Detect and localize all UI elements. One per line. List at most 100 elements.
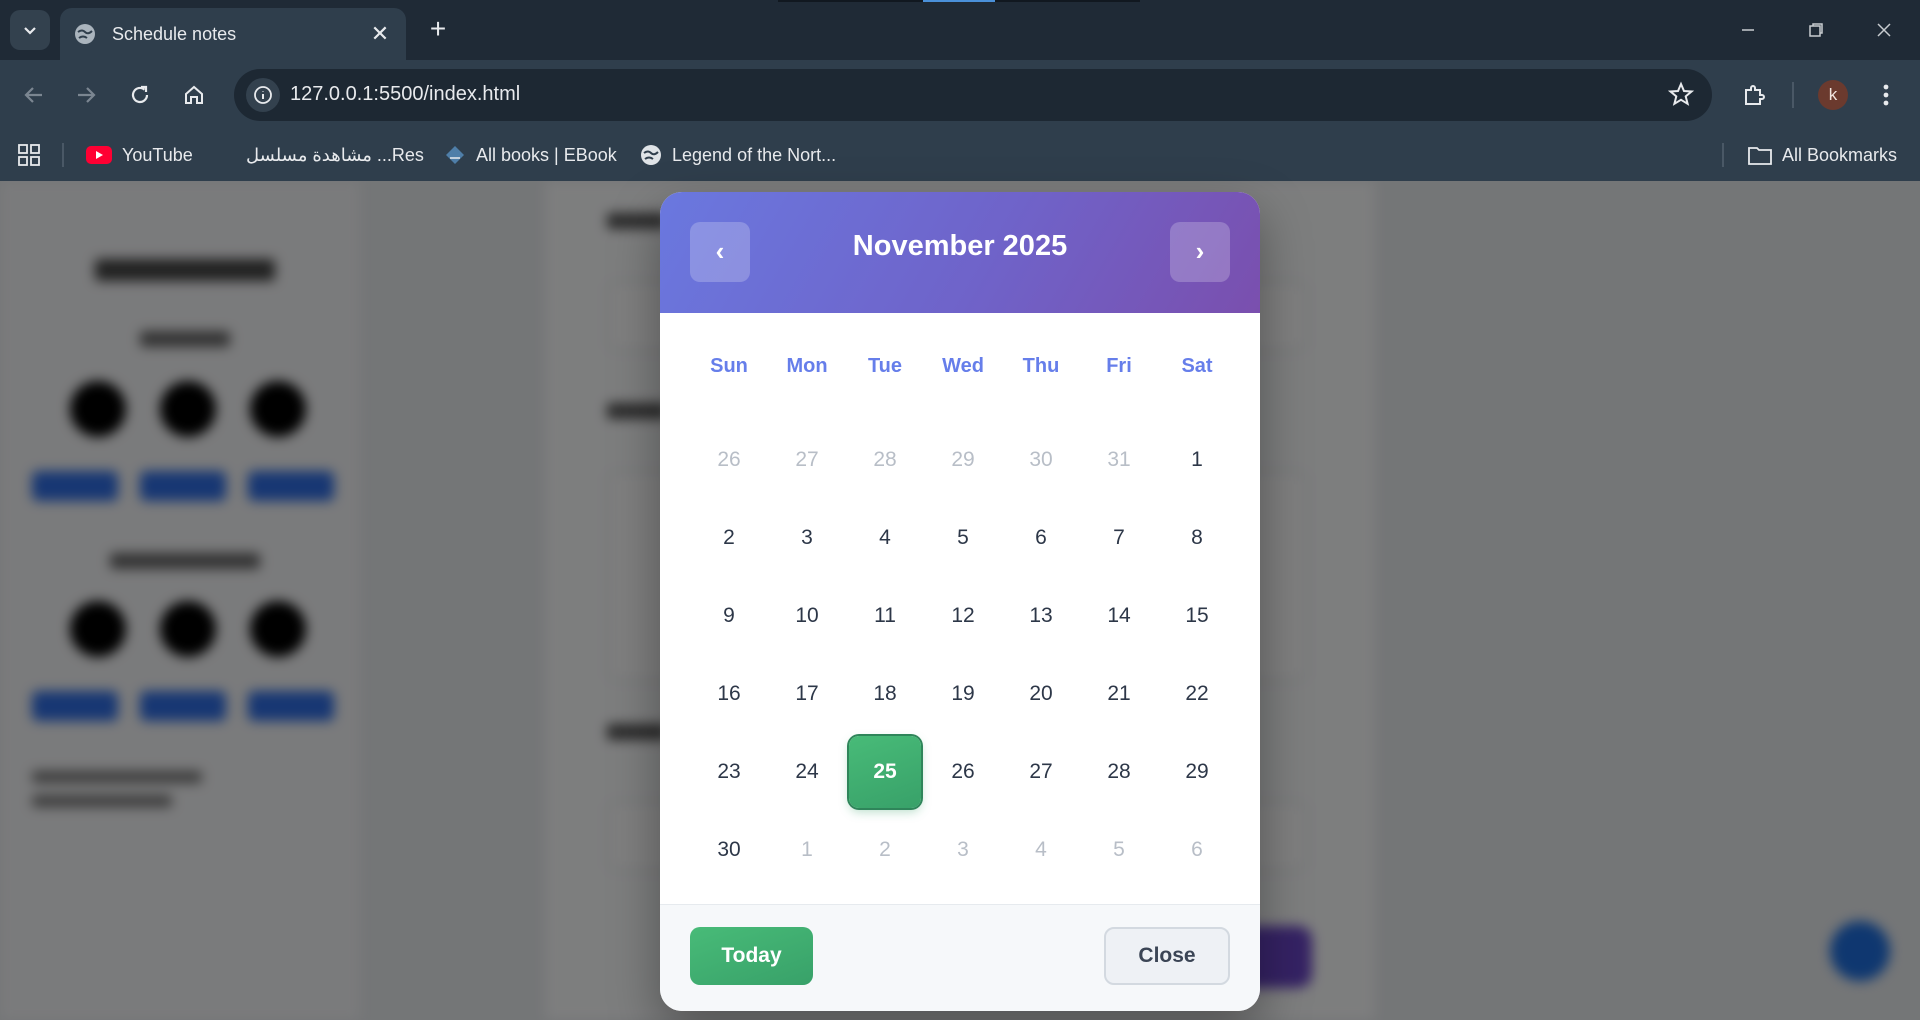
bookmark-label: Legend of the Nort... <box>672 144 837 165</box>
day-cell[interactable]: 6 <box>1005 502 1077 574</box>
day-cell[interactable]: 23 <box>693 736 765 808</box>
day-cell[interactable]: 29 <box>927 424 999 496</box>
info-icon <box>254 86 272 104</box>
day-cell[interactable]: 10 <box>771 580 843 652</box>
bookmark-label: YouTube <box>122 144 193 165</box>
day-cell[interactable]: 21 <box>1083 658 1155 730</box>
ebook-icon <box>446 146 464 164</box>
day-cell[interactable]: 26 <box>693 424 765 496</box>
apps-button[interactable] <box>18 129 50 181</box>
day-cell[interactable]: 11 <box>849 580 921 652</box>
bookmarks-bar: YouTube مشاهدة مسلسل ...Res All books | … <box>0 129 1920 181</box>
day-grid: 26 27 28 29 30 31 1 2 3 4 5 6 7 8 9 10 11 12 13 14 15 16 17 18 1… <box>690 424 1236 894</box>
day-cell[interactable]: 2 <box>693 502 765 574</box>
bookmark-series[interactable]: مشاهدة مسلسل ...Res <box>218 129 424 181</box>
profile-avatar[interactable]: k <box>1818 80 1848 110</box>
day-cell[interactable]: 9 <box>693 580 765 652</box>
reload-button[interactable] <box>120 75 160 115</box>
address-bar[interactable]: 127.0.0.1:5500/index.html <box>234 69 1712 121</box>
home-button[interactable] <box>174 75 214 115</box>
forward-button[interactable] <box>66 75 106 115</box>
day-cell[interactable]: 30 <box>693 814 765 886</box>
day-cell[interactable]: 8 <box>1161 502 1233 574</box>
url-text[interactable]: 127.0.0.1:5500/index.html <box>290 83 520 106</box>
blank-icon <box>218 146 236 164</box>
day-cell[interactable]: 4 <box>849 502 921 574</box>
day-cell[interactable]: 15 <box>1161 580 1233 652</box>
day-cell[interactable]: 19 <box>927 658 999 730</box>
bookmark-youtube[interactable]: YouTube <box>86 129 193 181</box>
weekday-label: Sat <box>1181 355 1213 377</box>
restore-button[interactable] <box>1796 12 1836 48</box>
bookmark-ebook[interactable]: All books | EBook <box>444 129 617 181</box>
day-cell[interactable]: 14 <box>1083 580 1155 652</box>
weekday-label: Mon <box>786 355 828 377</box>
bookmark-legend[interactable]: Legend of the Nort... <box>640 129 836 181</box>
weekday-label: Tue <box>867 355 903 377</box>
tab-title: Schedule notes <box>112 23 237 44</box>
bookmark-star-icon[interactable] <box>1668 81 1694 107</box>
day-cell[interactable]: 13 <box>1005 580 1077 652</box>
tab-search-button[interactable] <box>10 10 50 50</box>
puzzle-icon <box>1745 85 1765 105</box>
day-cell[interactable]: 27 <box>1005 736 1077 808</box>
back-button[interactable] <box>14 75 54 115</box>
minimize-button[interactable] <box>1728 12 1768 48</box>
close-icon <box>1877 23 1891 37</box>
day-cell[interactable]: 5 <box>1083 814 1155 886</box>
close-window-button[interactable] <box>1864 12 1904 48</box>
day-cell[interactable]: 17 <box>771 658 843 730</box>
weekday-header-row: Sun Mon Tue Wed Thu Fri Sat <box>690 355 1236 385</box>
extensions-button[interactable] <box>1734 75 1774 115</box>
day-cell[interactable]: 12 <box>927 580 999 652</box>
reload-icon <box>131 85 149 104</box>
day-cell[interactable]: 3 <box>927 814 999 886</box>
day-cell[interactable]: 30 <box>1005 424 1077 496</box>
new-tab-button[interactable]: + <box>422 14 454 46</box>
weekday-label: Fri <box>1106 355 1132 377</box>
prev-month-button[interactable]: ‹ <box>690 222 750 282</box>
browser-tab[interactable]: Schedule notes ✕ <box>60 8 406 60</box>
all-bookmarks-label: All Bookmarks <box>1782 144 1898 165</box>
tab-close-button[interactable]: ✕ <box>368 21 392 47</box>
day-cell[interactable]: 1 <box>1161 424 1233 496</box>
day-cell[interactable]: 24 <box>771 736 843 808</box>
browser-toolbar: 127.0.0.1:5500/index.html k <box>0 60 1920 129</box>
all-bookmarks-button[interactable]: All Bookmarks <box>1748 129 1897 181</box>
youtube-icon <box>86 146 112 164</box>
day-cell[interactable]: 5 <box>927 502 999 574</box>
day-cell[interactable]: 2 <box>849 814 921 886</box>
arrow-right-icon <box>78 87 96 103</box>
day-cell[interactable]: 28 <box>849 424 921 496</box>
day-cell[interactable]: 6 <box>1161 814 1233 886</box>
apps-grid-icon <box>18 144 40 166</box>
day-cell-selected[interactable]: 25 <box>849 736 921 808</box>
day-cell[interactable]: 28 <box>1083 736 1155 808</box>
day-cell[interactable]: 18 <box>849 658 921 730</box>
day-cell[interactable]: 7 <box>1083 502 1155 574</box>
day-cell[interactable]: 27 <box>771 424 843 496</box>
day-cell[interactable]: 31 <box>1083 424 1155 496</box>
bookmark-label: مشاهدة مسلسل ...Res <box>246 144 424 165</box>
day-cell[interactable]: 22 <box>1161 658 1233 730</box>
day-cell[interactable]: 1 <box>771 814 843 886</box>
chevron-down-icon <box>24 27 36 35</box>
close-button[interactable]: Close <box>1104 927 1230 985</box>
day-cell[interactable]: 4 <box>1005 814 1077 886</box>
date-picker-modal: ‹ November 2025 › Sun Mon Tue Wed Thu Fri Sat … <box>660 192 1260 1011</box>
menu-button[interactable] <box>1866 75 1906 115</box>
bookmarks-divider-right <box>1722 143 1724 167</box>
site-info-button[interactable] <box>246 78 280 112</box>
today-button[interactable]: Today <box>690 927 813 985</box>
day-cell[interactable]: 3 <box>771 502 843 574</box>
day-cell[interactable]: 29 <box>1161 736 1233 808</box>
kebab-menu-icon <box>1883 84 1889 106</box>
day-cell[interactable]: 20 <box>1005 658 1077 730</box>
home-icon <box>185 85 203 104</box>
next-month-button[interactable]: › <box>1170 222 1230 282</box>
date-picker-header: ‹ November 2025 › <box>660 192 1260 313</box>
day-cell[interactable]: 26 <box>927 736 999 808</box>
minimize-icon <box>1742 29 1754 31</box>
day-cell[interactable]: 16 <box>693 658 765 730</box>
month-title: November 2025 <box>852 230 1068 262</box>
